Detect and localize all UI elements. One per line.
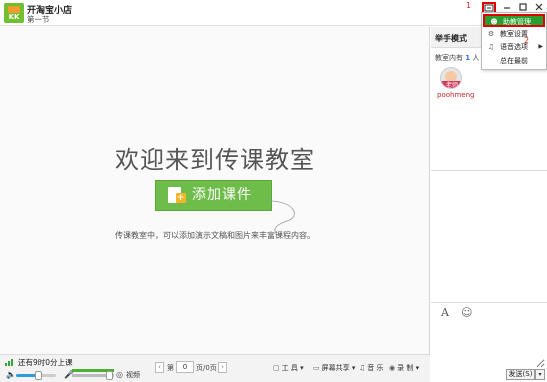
menu-item-voice-options[interactable]: ♫ 语音选项 ▶ [482,41,546,53]
welcome-heading: 欢迎来到传课教室 [115,146,315,174]
menu-item-assistant-management[interactable]: ☻ 助教管理 [483,14,545,27]
menu-item-label: 总在最前 [500,57,528,65]
previous-page-button[interactable]: ‹ [155,362,164,373]
chat-message-input[interactable] [433,323,545,368]
tools-menu-button[interactable]: ▢ 工 具 ▾ [273,363,304,373]
next-page-button[interactable]: › [218,362,227,373]
screen-share-label: 屏幕共享 [321,364,350,372]
user-icon: ☻ [490,18,498,26]
send-button[interactable]: 发送(S) [506,369,535,380]
speaker-icon: ♫ [487,43,495,51]
app-subtitle: 第一节 [27,15,50,24]
chat-toolbar: A ☺ [431,303,547,323]
record-label: 录 制 [397,364,414,372]
sidebar-divider [431,170,547,171]
toolbox-icon: ▢ [273,364,280,372]
logo-text: KK [8,13,20,21]
signal-icon [5,359,13,366]
maximize-glyph [519,3,527,11]
send-options-chevron-icon[interactable]: ▾ [535,369,545,380]
menu-item-classroom-settings[interactable]: ⚙ 教室设置 [482,28,546,40]
settings-dropdown-menu: ☻ 助教管理 ⚙ 教室设置 ♫ 语音选项 ▶ 总在最前 [481,12,547,70]
microphone-volume-track[interactable] [72,371,114,380]
count-label: 教室内有 [435,54,463,62]
menu-item-label: 助教管理 [503,18,531,26]
speaker-volume-knob[interactable] [35,371,42,380]
teacher-avatar[interactable]: 老师 [440,67,462,89]
emoji-icon[interactable]: ☺ [461,306,472,319]
tools-label: 工 具 [281,364,298,372]
submenu-arrow-icon: ▶ [538,43,543,50]
minimize-glyph [504,7,510,9]
speaker-volume-icon[interactable]: 🔈 [6,370,16,379]
menu-item-always-on-top[interactable]: 总在最前 [482,55,546,67]
microphone-volume-knob[interactable] [106,371,113,380]
music-label: 音 乐 [367,364,384,372]
page-prefix-label: 第 [167,364,174,372]
menu-glyph [484,4,494,12]
record-icon: ◉ [389,364,396,372]
bottom-toolbar: 还有9时0分上课 🔈 🎤 ◎ 视频 ‹ 第 页/0页 › ▢工 具 ▾ ▭屏幕共… [0,354,430,382]
teacher-role-badge: 老师 [441,81,461,88]
count-unit: 人 [472,54,480,62]
speaker-volume-slider[interactable] [16,371,56,380]
add-file-icon [168,187,186,203]
app-logo: KK [4,3,24,23]
close-glyph [535,3,543,11]
count-value: 1 [465,54,471,62]
video-icon[interactable]: ◎ [116,370,123,379]
title-bar: KK 开淘宝小店 第一节 [0,0,547,26]
add-courseware-button[interactable]: 添加课件 [155,180,272,211]
music-button[interactable]: ♫ 音 乐 [359,363,384,373]
record-button[interactable]: ◉ 录 制 ▾ [389,363,419,373]
page-total-label: 页/0页 [196,364,217,372]
music-icon: ♫ [359,364,366,372]
step-two-annotation: 2 [524,36,530,45]
page-number-input[interactable] [176,361,194,373]
step-one-annotation: 1 [466,1,472,10]
gear-icon: ⚙ [487,30,495,38]
screen-share-icon: ▭ [313,364,320,372]
screen-share-button[interactable]: ▭ 屏幕共享 ▾ [313,363,355,373]
video-label[interactable]: 视频 [126,370,140,380]
add-courseware-label: 添加课件 [192,187,252,203]
font-icon[interactable]: A [441,306,449,319]
presentation-stage: 欢迎来到传课教室 添加课件 传课教室中，可以添加演示文稿和图片来丰富课程内容。 [0,27,430,354]
stage-hint-text: 传课教室中，可以添加演示文稿和图片来丰富课程内容。 [115,231,315,240]
class-countdown-status: 还有9时0分上课 [18,358,73,367]
teacher-name[interactable]: poohmeng [437,91,474,99]
participant-count: 教室内有 1 人 [435,53,479,63]
